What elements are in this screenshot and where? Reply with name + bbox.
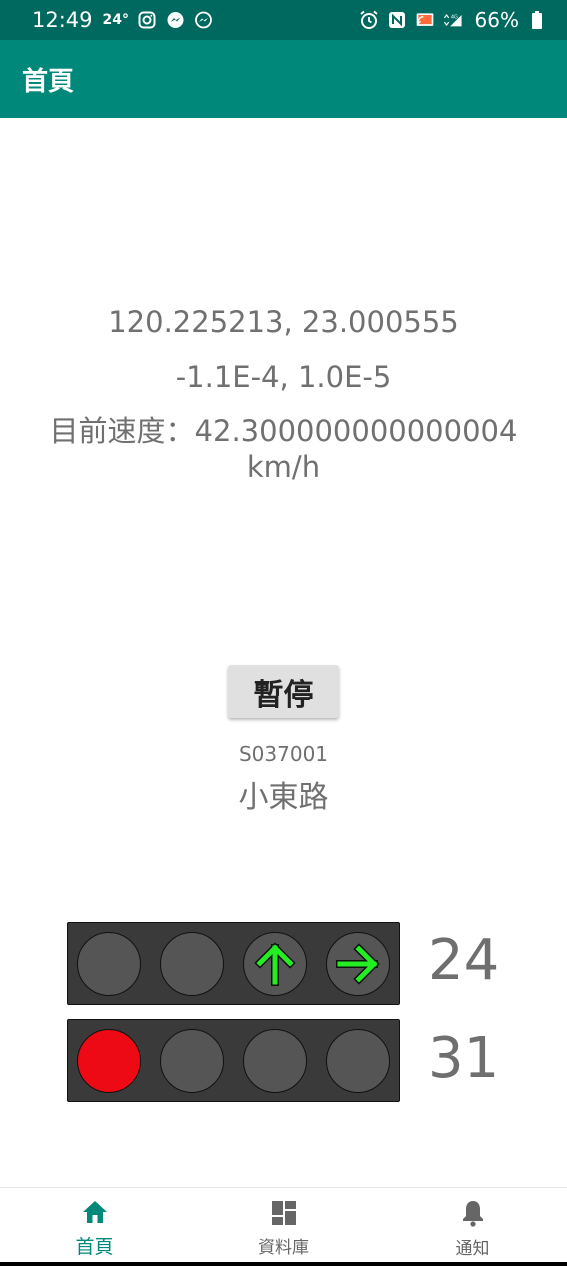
traffic-signal-1 bbox=[67, 922, 400, 1005]
nav-item-database[interactable]: 資料庫 bbox=[189, 1188, 378, 1266]
status-time: 12:49 bbox=[32, 8, 93, 32]
home-icon bbox=[81, 1199, 109, 1229]
nav-label-notifications: 通知 bbox=[455, 1239, 490, 1259]
signal-lamp-red bbox=[77, 1029, 141, 1093]
bell-icon bbox=[461, 1199, 485, 1231]
signal-4g-icon: 4G bbox=[443, 10, 463, 30]
cast-icon bbox=[415, 10, 435, 30]
signal-lamp-off bbox=[326, 1029, 390, 1093]
signal-lamp-off bbox=[160, 932, 224, 996]
bottom-navigation: 首頁 資料庫 通知 bbox=[0, 1187, 567, 1266]
arrow-up-icon bbox=[243, 932, 307, 996]
battery-percent: 66% bbox=[474, 8, 519, 32]
messenger-icon bbox=[165, 10, 185, 30]
station-code: S037001 bbox=[238, 742, 329, 766]
nav-item-notifications[interactable]: 通知 bbox=[378, 1188, 567, 1266]
road-name: 小東路 bbox=[238, 780, 329, 815]
traffic-signal-2 bbox=[67, 1019, 400, 1102]
system-nav-bar bbox=[0, 1262, 567, 1266]
alarm-icon bbox=[359, 10, 379, 30]
signal-2-countdown: 31 bbox=[428, 1026, 500, 1091]
svg-text:4G: 4G bbox=[450, 15, 457, 21]
dashboard-icon bbox=[271, 1200, 297, 1230]
pause-button[interactable]: 暫停 bbox=[228, 665, 339, 718]
messenger-outline-icon bbox=[193, 10, 213, 30]
signal-lamp-off bbox=[243, 1029, 307, 1093]
app-bar: 首頁 bbox=[0, 40, 567, 118]
current-speed: 目前速度：42.300000000000004 km/h bbox=[49, 414, 518, 484]
coordinate-delta: -1.1E-4, 1.0E-5 bbox=[175, 360, 392, 394]
nav-label-home: 首頁 bbox=[75, 1236, 114, 1258]
nav-label-database: 資料庫 bbox=[258, 1238, 309, 1258]
status-bar: 12:49 24° 4G 66% bbox=[0, 0, 567, 40]
signal-lamp-off bbox=[160, 1029, 224, 1093]
signal-1-countdown: 24 bbox=[428, 928, 500, 993]
status-temperature: 24° bbox=[102, 12, 130, 28]
page-title: 首頁 bbox=[22, 66, 75, 97]
gps-coordinates: 120.225213, 23.000555 bbox=[108, 305, 459, 339]
nav-item-home[interactable]: 首頁 bbox=[0, 1188, 189, 1266]
battery-icon bbox=[527, 10, 547, 30]
signal-lamp-off bbox=[77, 932, 141, 996]
instagram-icon bbox=[137, 10, 157, 30]
nfc-icon bbox=[387, 10, 407, 30]
arrow-right-icon bbox=[326, 932, 390, 996]
